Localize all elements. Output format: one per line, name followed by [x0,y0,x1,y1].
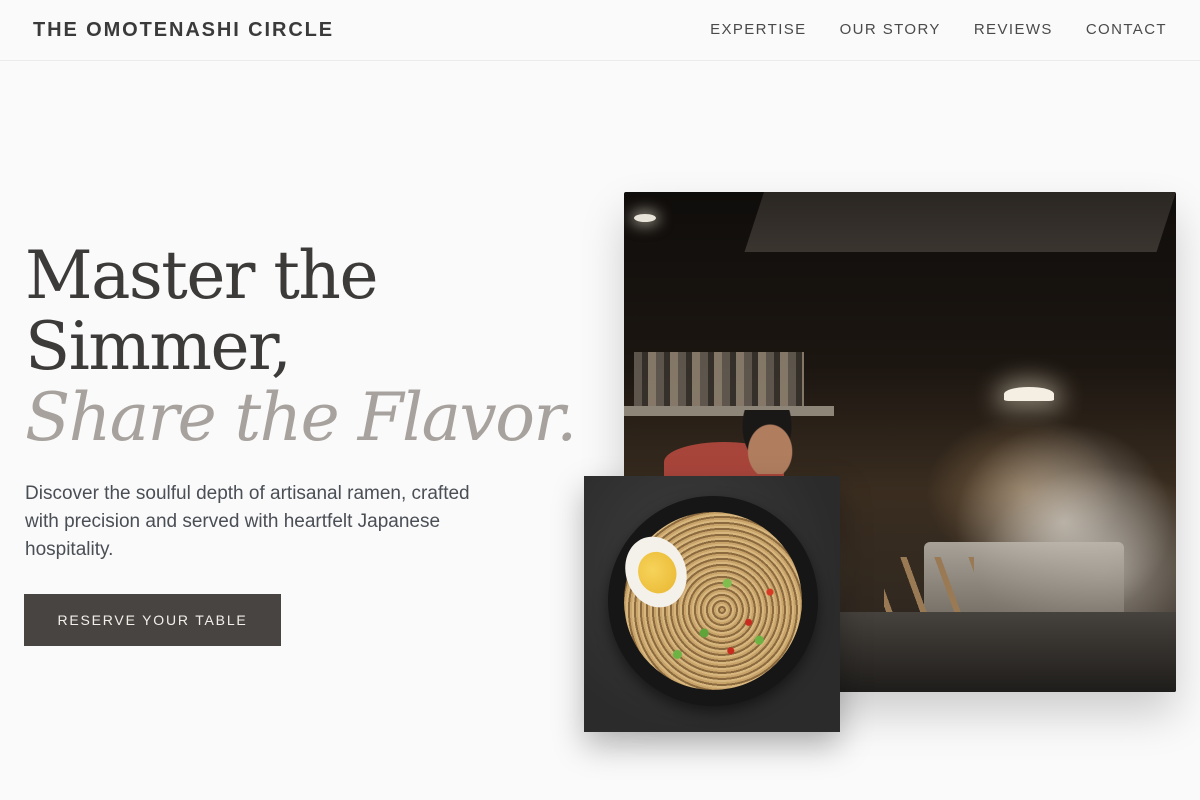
chef-head [736,410,798,474]
nav-link-reviews[interactable]: REVIEWS [974,21,1053,38]
shelf-items [634,352,804,406]
site-header: THE OMOTENASHI CIRCLE EXPERTISE OUR STOR… [0,0,1200,61]
egg-yolk [632,546,683,599]
reserve-table-button[interactable]: RESERVE YOUR TABLE [24,594,281,646]
brand-logo[interactable]: THE OMOTENASHI CIRCLE [33,19,334,42]
nav-link-contact[interactable]: CONTACT [1086,21,1167,38]
kitchen-shelf [624,406,834,416]
hero-description: Discover the soulful depth of artisanal … [25,483,470,560]
range-hood [744,192,1176,252]
ceiling-light [634,214,656,222]
pendant-lamp [1004,387,1054,401]
ramen-photo [584,476,840,732]
hero-headline: Master the Simmer, Share the Flavor. [25,237,577,456]
nav-link-expertise[interactable]: EXPERTISE [710,21,807,38]
kitchen-counter [834,612,1176,692]
headline-line-2: Simmer, [25,308,292,385]
headline-accent: Share the Flavor. [25,379,577,456]
ramen-bowl [608,496,818,706]
headline-line-1: Master the [25,237,378,314]
nav-link-our-story[interactable]: OUR STORY [840,21,941,38]
main-nav: EXPERTISE OUR STORY REVIEWS CONTACT [710,21,1167,38]
